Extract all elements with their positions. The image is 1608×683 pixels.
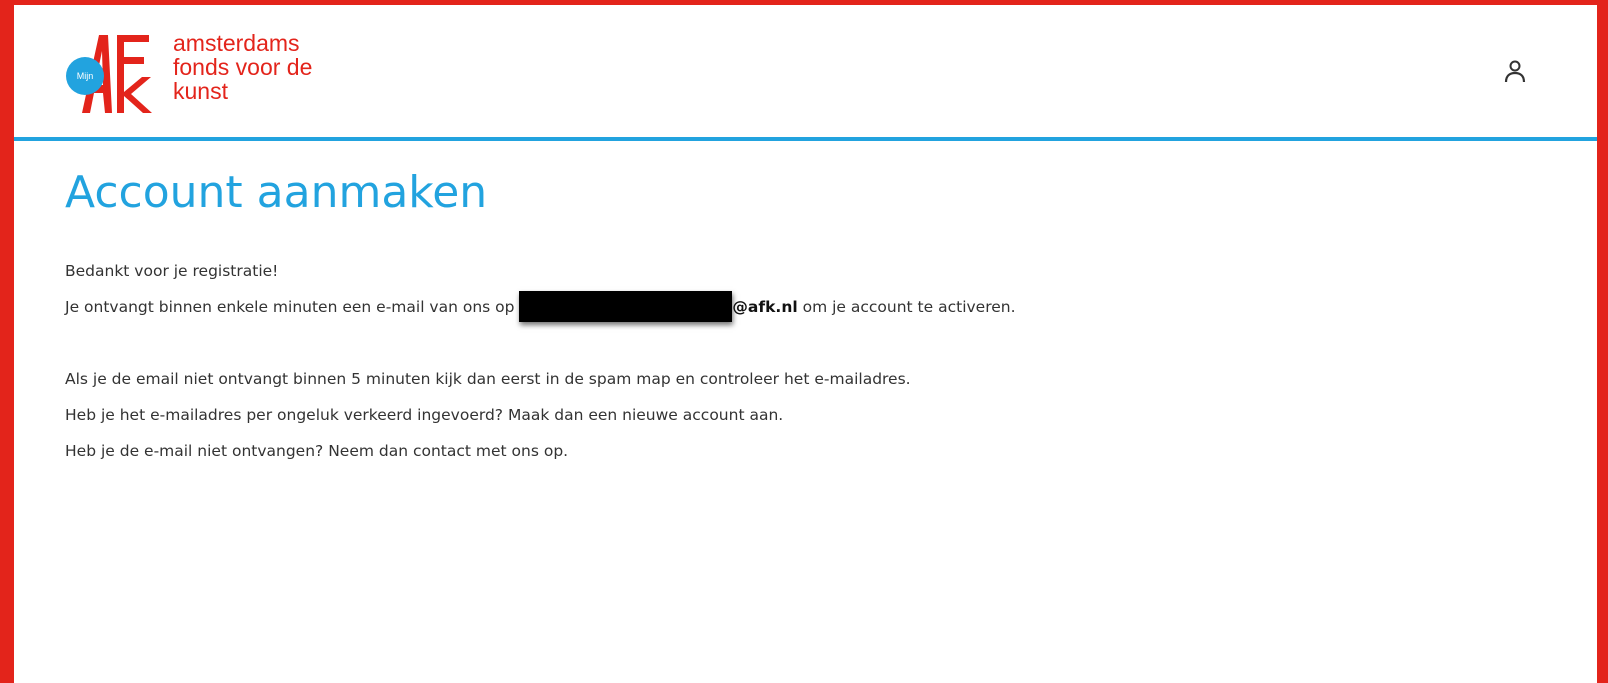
browser-page-frame: Mijn amsterdams fonds voor de kunst Acco… bbox=[14, 5, 1597, 683]
logo-line-2: fonds voor de bbox=[173, 54, 313, 80]
confirmation-text-start: Je ontvangt binnen enkele minuten een e-… bbox=[65, 298, 520, 316]
contact-instruction: Heb je de e-mail niet ontvangen? Neem da… bbox=[65, 442, 569, 460]
logo-line-3: kunst bbox=[173, 78, 228, 104]
logo-wordmark: amsterdams fonds voor de kunst bbox=[173, 31, 312, 103]
registration-message: Bedankt voor je registratie! Je ontvangt… bbox=[65, 253, 1515, 469]
confirmation-text: Je ontvangt binnen enkele minuten een e-… bbox=[65, 289, 1515, 325]
main-content: Account aanmaken Bedankt voor je registr… bbox=[65, 165, 1515, 469]
spam-instruction: Als je de email niet ontvangt binnen 5 m… bbox=[65, 370, 911, 388]
afk-logo[interactable]: Mijn amsterdams fonds voor de kunst bbox=[65, 31, 365, 115]
thanks-text: Bedankt voor je registratie! bbox=[65, 262, 279, 280]
logo-line-1: amsterdams bbox=[173, 30, 300, 56]
wrong-email-instruction: Heb je het e-mailadres per ongeluk verke… bbox=[65, 406, 784, 424]
site-header: Mijn amsterdams fonds voor de kunst bbox=[14, 5, 1597, 141]
page-title: Account aanmaken bbox=[65, 167, 488, 218]
user-icon bbox=[1504, 60, 1526, 83]
email-domain: @afk.nl bbox=[732, 298, 798, 316]
afk-logo-mark: Mijn bbox=[66, 35, 152, 113]
confirmation-text-end: om je account te activeren. bbox=[797, 298, 1016, 316]
logo-badge-text: Mijn bbox=[77, 71, 94, 81]
user-account-button[interactable] bbox=[1503, 59, 1527, 85]
redacted-email-user bbox=[519, 290, 733, 322]
